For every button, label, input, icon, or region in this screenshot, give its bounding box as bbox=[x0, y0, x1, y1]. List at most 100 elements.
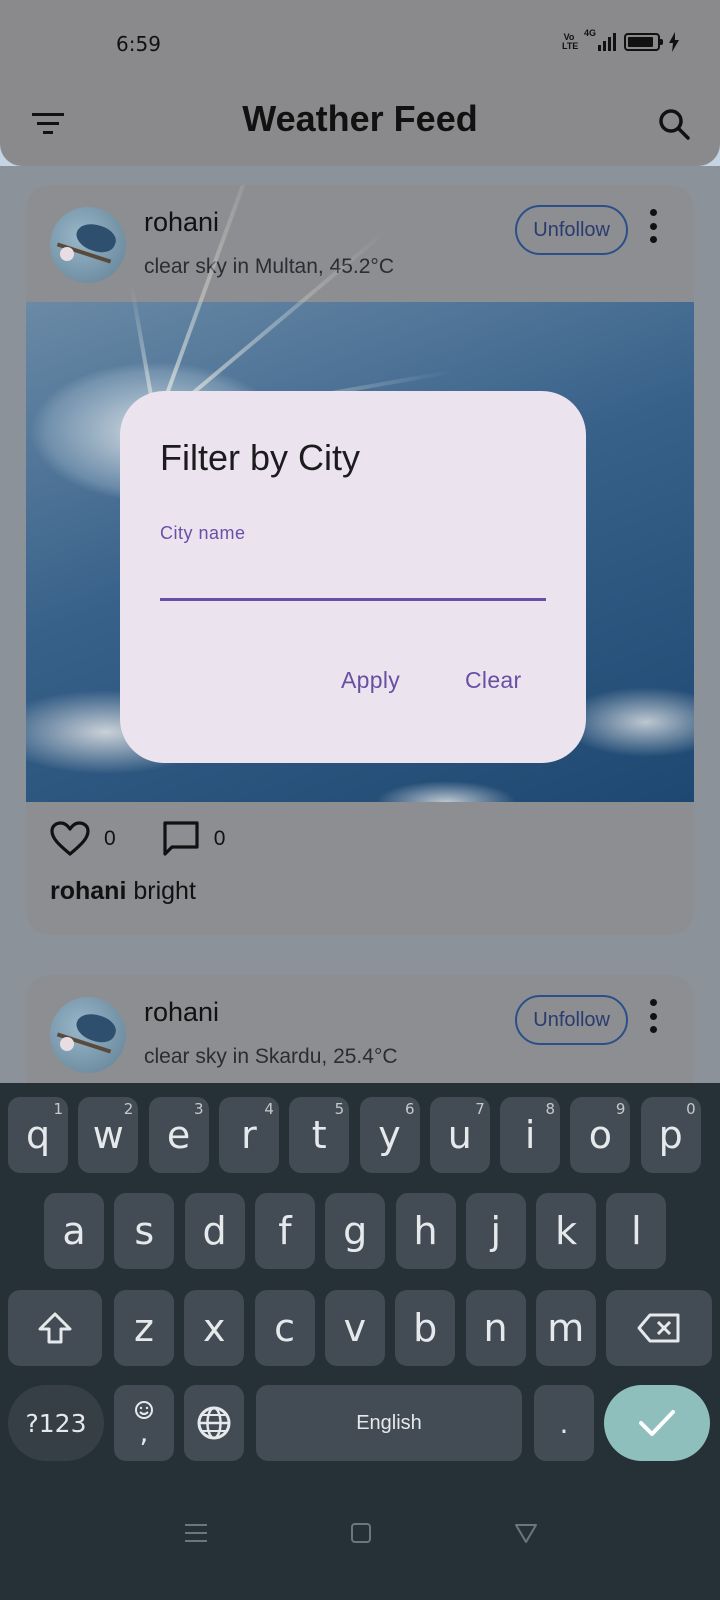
key-u-number-hint: 7 bbox=[475, 1100, 485, 1118]
filter-dialog: Filter by City City name Apply Clear bbox=[120, 391, 586, 763]
key-s-label: s bbox=[134, 1209, 155, 1253]
post-username[interactable]: rohani bbox=[144, 997, 219, 1028]
unfollow-button[interactable]: Unfollow bbox=[515, 995, 628, 1045]
key-o-label: o bbox=[588, 1113, 613, 1157]
key-i-label: i bbox=[524, 1113, 536, 1157]
system-nav-bar bbox=[0, 1490, 720, 1600]
backspace-key[interactable] bbox=[606, 1290, 712, 1366]
key-r-number-hint: 4 bbox=[264, 1100, 274, 1118]
key-f-label: f bbox=[278, 1209, 292, 1253]
home-icon[interactable] bbox=[350, 1522, 372, 1544]
key-r[interactable]: r4 bbox=[218, 1097, 279, 1173]
search-icon bbox=[659, 109, 690, 140]
key-t-label: t bbox=[311, 1113, 327, 1157]
key-e-number-hint: 3 bbox=[194, 1100, 204, 1118]
period-key[interactable]: . bbox=[534, 1385, 594, 1461]
volte-icon: Vo LTE bbox=[561, 32, 579, 51]
key-w-label: w bbox=[92, 1113, 124, 1157]
key-z-label: z bbox=[134, 1306, 154, 1350]
key-y-number-hint: 6 bbox=[404, 1100, 415, 1118]
comma-key[interactable]: , bbox=[114, 1385, 174, 1461]
shift-key[interactable] bbox=[8, 1290, 102, 1366]
key-i-number-hint: 8 bbox=[545, 1100, 556, 1118]
key-c-label: c bbox=[274, 1306, 296, 1350]
city-name-input[interactable] bbox=[160, 553, 546, 601]
key-d-label: d bbox=[202, 1209, 227, 1253]
key-b-label: b bbox=[413, 1306, 438, 1350]
key-e-label: e bbox=[166, 1113, 191, 1157]
like-count: 0 bbox=[104, 827, 116, 850]
key-j[interactable]: j bbox=[465, 1193, 526, 1269]
post-weather: clear sky in Skardu, 25.4°C bbox=[144, 1045, 398, 1068]
more-vert-icon[interactable] bbox=[648, 999, 658, 1033]
caption-text: bright bbox=[126, 877, 196, 905]
enter-key[interactable] bbox=[604, 1385, 710, 1461]
key-q-label: q bbox=[25, 1113, 51, 1157]
app-bar: Weather Feed bbox=[0, 88, 720, 166]
key-u[interactable]: u7 bbox=[429, 1097, 490, 1173]
heart-icon[interactable] bbox=[50, 821, 90, 857]
key-o[interactable]: o9 bbox=[570, 1097, 631, 1173]
key-l[interactable]: l bbox=[606, 1193, 667, 1269]
search-button[interactable] bbox=[654, 104, 694, 144]
key-c[interactable]: c bbox=[254, 1290, 315, 1366]
key-e[interactable]: e3 bbox=[148, 1097, 209, 1173]
key-j-label: j bbox=[490, 1209, 502, 1253]
key-s[interactable]: s bbox=[114, 1193, 175, 1269]
globe-icon bbox=[197, 1406, 231, 1440]
key-f[interactable]: f bbox=[254, 1193, 315, 1269]
key-a[interactable]: a bbox=[44, 1193, 104, 1269]
more-vert-icon[interactable] bbox=[648, 209, 658, 243]
apply-button[interactable]: Apply bbox=[341, 667, 400, 694]
key-t-number-hint: 5 bbox=[334, 1100, 345, 1118]
key-b[interactable]: b bbox=[395, 1290, 456, 1366]
key-q-number-hint: 1 bbox=[53, 1100, 63, 1118]
key-k[interactable]: k bbox=[536, 1193, 597, 1269]
back-icon[interactable] bbox=[514, 1522, 538, 1544]
post-caption: rohani bright bbox=[50, 877, 196, 906]
key-p[interactable]: p0 bbox=[640, 1097, 701, 1173]
key-p-number-hint: 0 bbox=[686, 1100, 696, 1118]
key-y[interactable]: y6 bbox=[359, 1097, 420, 1173]
key-x[interactable]: x bbox=[184, 1290, 245, 1366]
key-h[interactable]: h bbox=[395, 1193, 456, 1269]
backspace-icon bbox=[637, 1313, 680, 1343]
key-n[interactable]: n bbox=[465, 1290, 526, 1366]
avatar[interactable] bbox=[50, 207, 126, 283]
space-key[interactable]: English bbox=[256, 1385, 522, 1461]
page-title: Weather Feed bbox=[242, 98, 478, 139]
key-h-label: h bbox=[413, 1209, 438, 1253]
key-w[interactable]: w2 bbox=[78, 1097, 139, 1173]
clear-button[interactable]: Clear bbox=[465, 667, 521, 694]
key-m[interactable]: m bbox=[535, 1290, 596, 1366]
key-z[interactable]: z bbox=[114, 1290, 174, 1366]
status-time: 6:59 bbox=[116, 32, 161, 56]
key-g[interactable]: g bbox=[325, 1193, 386, 1269]
signal-icon bbox=[598, 33, 616, 51]
language-key[interactable] bbox=[184, 1385, 244, 1461]
key-l-label: l bbox=[631, 1209, 642, 1253]
unfollow-button[interactable]: Unfollow bbox=[515, 205, 628, 255]
key-v[interactable]: v bbox=[324, 1290, 385, 1366]
comment-icon[interactable] bbox=[162, 820, 200, 858]
charging-icon bbox=[669, 32, 679, 52]
shift-icon bbox=[38, 1312, 72, 1344]
key-i[interactable]: i8 bbox=[500, 1097, 561, 1173]
key-q[interactable]: q1 bbox=[8, 1097, 68, 1173]
post-actions: 0 0 bbox=[50, 820, 225, 858]
status-icons: Vo LTE 4G bbox=[561, 28, 680, 52]
city-field-label: City name bbox=[160, 523, 246, 543]
caption-username[interactable]: rohani bbox=[50, 877, 126, 905]
avatar[interactable] bbox=[50, 997, 126, 1073]
key-w-number-hint: 2 bbox=[123, 1100, 134, 1118]
key-n-label: n bbox=[483, 1306, 508, 1350]
key-d[interactable]: d bbox=[184, 1193, 245, 1269]
post-username[interactable]: rohani bbox=[144, 207, 219, 238]
comment-count: 0 bbox=[213, 827, 226, 850]
key-t[interactable]: t5 bbox=[289, 1097, 350, 1173]
menu-icon[interactable] bbox=[184, 1522, 208, 1544]
post-weather: clear sky in Multan, 45.2°C bbox=[144, 255, 395, 278]
symbols-key[interactable]: ?123 bbox=[8, 1385, 104, 1461]
dialog-title: Filter by City bbox=[160, 437, 361, 478]
key-v-label: v bbox=[343, 1306, 367, 1350]
